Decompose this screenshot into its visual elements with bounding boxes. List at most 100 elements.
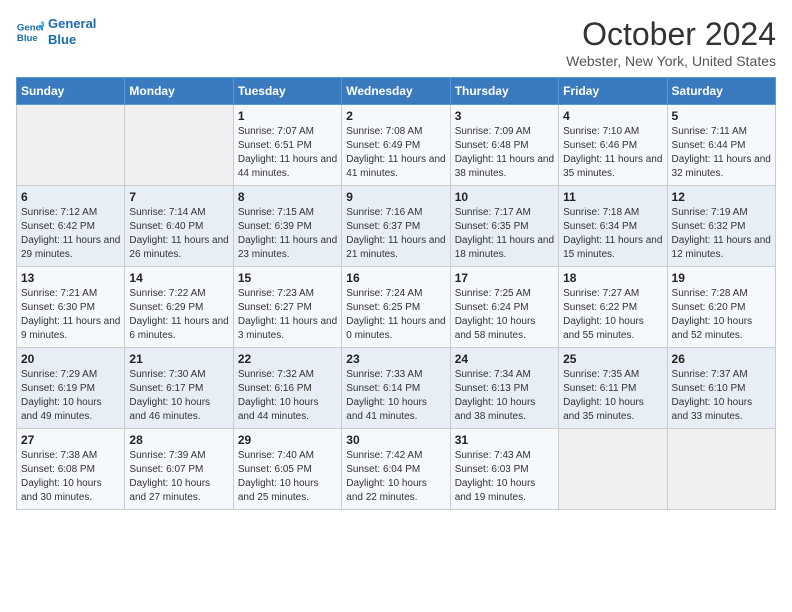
- calendar-cell: [17, 105, 125, 186]
- day-number: 7: [129, 190, 228, 204]
- day-info: Sunrise: 7:34 AM Sunset: 6:13 PM Dayligh…: [455, 368, 554, 424]
- day-info: Sunrise: 7:24 AM Sunset: 6:25 PM Dayligh…: [346, 287, 445, 343]
- calendar-cell: 21 Sunrise: 7:30 AM Sunset: 6:17 PM Dayli…: [125, 348, 233, 429]
- calendar-cell: [125, 105, 233, 186]
- day-number: 12: [672, 190, 771, 204]
- title-block: October 2024 Webster, New York, United S…: [566, 16, 776, 69]
- day-info: Sunrise: 7:28 AM Sunset: 6:20 PM Dayligh…: [672, 287, 771, 343]
- day-info: Sunrise: 7:25 AM Sunset: 6:24 PM Dayligh…: [455, 287, 554, 343]
- day-info: Sunrise: 7:17 AM Sunset: 6:35 PM Dayligh…: [455, 206, 554, 262]
- day-number: 27: [21, 433, 120, 447]
- svg-text:General: General: [17, 22, 44, 33]
- calendar-cell: 26 Sunrise: 7:37 AM Sunset: 6:10 PM Dayli…: [667, 348, 775, 429]
- day-number: 9: [346, 190, 445, 204]
- calendar-cell: 18 Sunrise: 7:27 AM Sunset: 6:22 PM Dayli…: [559, 267, 667, 348]
- day-info: Sunrise: 7:27 AM Sunset: 6:22 PM Dayligh…: [563, 287, 662, 343]
- day-info: Sunrise: 7:08 AM Sunset: 6:49 PM Dayligh…: [346, 125, 445, 181]
- day-number: 2: [346, 109, 445, 123]
- day-info: Sunrise: 7:18 AM Sunset: 6:34 PM Dayligh…: [563, 206, 662, 262]
- calendar-cell: 8 Sunrise: 7:15 AM Sunset: 6:39 PM Daylig…: [233, 186, 341, 267]
- day-info: Sunrise: 7:14 AM Sunset: 6:40 PM Dayligh…: [129, 206, 228, 262]
- day-info: Sunrise: 7:29 AM Sunset: 6:19 PM Dayligh…: [21, 368, 120, 424]
- day-number: 8: [238, 190, 337, 204]
- day-number: 10: [455, 190, 554, 204]
- calendar-cell: 7 Sunrise: 7:14 AM Sunset: 6:40 PM Daylig…: [125, 186, 233, 267]
- weekday-header-monday: Monday: [125, 78, 233, 105]
- calendar-cell: 20 Sunrise: 7:29 AM Sunset: 6:19 PM Dayli…: [17, 348, 125, 429]
- calendar-cell: 14 Sunrise: 7:22 AM Sunset: 6:29 PM Dayli…: [125, 267, 233, 348]
- day-info: Sunrise: 7:10 AM Sunset: 6:46 PM Dayligh…: [563, 125, 662, 181]
- day-info: Sunrise: 7:39 AM Sunset: 6:07 PM Dayligh…: [129, 449, 228, 505]
- day-info: Sunrise: 7:32 AM Sunset: 6:16 PM Dayligh…: [238, 368, 337, 424]
- day-number: 22: [238, 352, 337, 366]
- day-number: 1: [238, 109, 337, 123]
- day-info: Sunrise: 7:33 AM Sunset: 6:14 PM Dayligh…: [346, 368, 445, 424]
- calendar-cell: 10 Sunrise: 7:17 AM Sunset: 6:35 PM Dayli…: [450, 186, 558, 267]
- calendar-cell: 23 Sunrise: 7:33 AM Sunset: 6:14 PM Dayli…: [342, 348, 450, 429]
- calendar-cell: 17 Sunrise: 7:25 AM Sunset: 6:24 PM Dayli…: [450, 267, 558, 348]
- day-number: 14: [129, 271, 228, 285]
- day-info: Sunrise: 7:16 AM Sunset: 6:37 PM Dayligh…: [346, 206, 445, 262]
- day-info: Sunrise: 7:42 AM Sunset: 6:04 PM Dayligh…: [346, 449, 445, 505]
- weekday-header-thursday: Thursday: [450, 78, 558, 105]
- calendar-week-row: 6 Sunrise: 7:12 AM Sunset: 6:42 PM Daylig…: [17, 186, 776, 267]
- day-number: 25: [563, 352, 662, 366]
- calendar-cell: 31Sunrise: 7:43 AM Sunset: 6:03 PM Dayli…: [450, 429, 558, 510]
- calendar-cell: 24Sunrise: 7:34 AM Sunset: 6:13 PM Dayli…: [450, 348, 558, 429]
- calendar-cell: 15 Sunrise: 7:23 AM Sunset: 6:27 PM Dayli…: [233, 267, 341, 348]
- calendar-cell: 12 Sunrise: 7:19 AM Sunset: 6:32 PM Dayli…: [667, 186, 775, 267]
- weekday-header-saturday: Saturday: [667, 78, 775, 105]
- day-number: 23: [346, 352, 445, 366]
- day-number: 20: [21, 352, 120, 366]
- day-info: Sunrise: 7:12 AM Sunset: 6:42 PM Dayligh…: [21, 206, 120, 262]
- weekday-header-row: SundayMondayTuesdayWednesdayThursdayFrid…: [17, 78, 776, 105]
- logo-icon: General Blue: [16, 18, 44, 46]
- day-number: 6: [21, 190, 120, 204]
- day-number: 26: [672, 352, 771, 366]
- day-number: 3: [455, 109, 554, 123]
- weekday-header-friday: Friday: [559, 78, 667, 105]
- day-info: Sunrise: 7:21 AM Sunset: 6:30 PM Dayligh…: [21, 287, 120, 343]
- day-number: 4: [563, 109, 662, 123]
- calendar-week-row: 27 Sunrise: 7:38 AM Sunset: 6:08 PM Dayli…: [17, 429, 776, 510]
- day-info: Sunrise: 7:23 AM Sunset: 6:27 PM Dayligh…: [238, 287, 337, 343]
- day-info: Sunrise: 7:30 AM Sunset: 6:17 PM Dayligh…: [129, 368, 228, 424]
- calendar-cell: 4 Sunrise: 7:10 AM Sunset: 6:46 PM Daylig…: [559, 105, 667, 186]
- calendar-cell: 9 Sunrise: 7:16 AM Sunset: 6:37 PM Daylig…: [342, 186, 450, 267]
- svg-text:Blue: Blue: [17, 32, 38, 43]
- calendar-cell: 25Sunrise: 7:35 AM Sunset: 6:11 PM Dayli…: [559, 348, 667, 429]
- calendar-cell: [667, 429, 775, 510]
- day-info: Sunrise: 7:11 AM Sunset: 6:44 PM Dayligh…: [672, 125, 771, 181]
- day-number: 15: [238, 271, 337, 285]
- calendar-cell: 6 Sunrise: 7:12 AM Sunset: 6:42 PM Daylig…: [17, 186, 125, 267]
- calendar-week-row: 1Sunrise: 7:07 AM Sunset: 6:51 PM Daylig…: [17, 105, 776, 186]
- day-info: Sunrise: 7:09 AM Sunset: 6:48 PM Dayligh…: [455, 125, 554, 181]
- logo-line2: Blue: [48, 32, 96, 48]
- weekday-header-wednesday: Wednesday: [342, 78, 450, 105]
- calendar-cell: 2 Sunrise: 7:08 AM Sunset: 6:49 PM Daylig…: [342, 105, 450, 186]
- day-info: Sunrise: 7:15 AM Sunset: 6:39 PM Dayligh…: [238, 206, 337, 262]
- calendar-cell: [559, 429, 667, 510]
- day-info: Sunrise: 7:19 AM Sunset: 6:32 PM Dayligh…: [672, 206, 771, 262]
- day-number: 29: [238, 433, 337, 447]
- calendar-cell: 1Sunrise: 7:07 AM Sunset: 6:51 PM Daylig…: [233, 105, 341, 186]
- day-number: 30: [346, 433, 445, 447]
- calendar-week-row: 13Sunrise: 7:21 AM Sunset: 6:30 PM Dayli…: [17, 267, 776, 348]
- logo: General Blue General Blue: [16, 16, 96, 47]
- calendar-cell: 22 Sunrise: 7:32 AM Sunset: 6:16 PM Dayli…: [233, 348, 341, 429]
- day-info: Sunrise: 7:40 AM Sunset: 6:05 PM Dayligh…: [238, 449, 337, 505]
- day-number: 31: [455, 433, 554, 447]
- calendar-cell: 28Sunrise: 7:39 AM Sunset: 6:07 PM Dayli…: [125, 429, 233, 510]
- day-info: Sunrise: 7:38 AM Sunset: 6:08 PM Dayligh…: [21, 449, 120, 505]
- calendar-cell: 3 Sunrise: 7:09 AM Sunset: 6:48 PM Daylig…: [450, 105, 558, 186]
- calendar-cell: 27 Sunrise: 7:38 AM Sunset: 6:08 PM Dayli…: [17, 429, 125, 510]
- day-number: 17: [455, 271, 554, 285]
- day-number: 21: [129, 352, 228, 366]
- page-header: General Blue General Blue October 2024 W…: [16, 16, 776, 69]
- day-number: 18: [563, 271, 662, 285]
- day-number: 19: [672, 271, 771, 285]
- day-info: Sunrise: 7:22 AM Sunset: 6:29 PM Dayligh…: [129, 287, 228, 343]
- day-info: Sunrise: 7:37 AM Sunset: 6:10 PM Dayligh…: [672, 368, 771, 424]
- calendar-cell: 19 Sunrise: 7:28 AM Sunset: 6:20 PM Dayli…: [667, 267, 775, 348]
- weekday-header-sunday: Sunday: [17, 78, 125, 105]
